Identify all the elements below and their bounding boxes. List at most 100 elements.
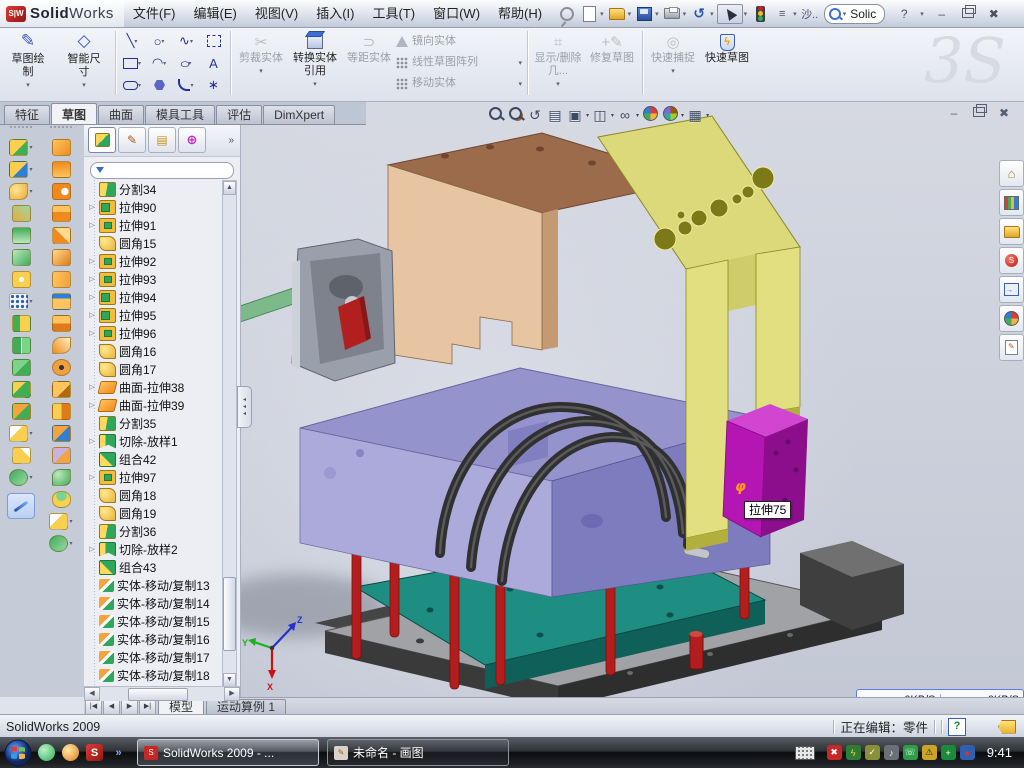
close-button[interactable]: ✖ [985, 7, 1003, 21]
move-copy-body-icon[interactable] [12, 402, 31, 420]
polygon-icon[interactable] [146, 74, 173, 96]
tree-item[interactable]: 组合42 [84, 450, 222, 468]
menu-item[interactable]: 帮助(H) [489, 1, 551, 27]
parting-surface-icon[interactable] [52, 380, 71, 398]
tree-item[interactable]: ▷拉伸90 [84, 198, 222, 216]
defender-plus-icon[interactable]: + [941, 745, 956, 760]
view-palette-icon[interactable] [999, 276, 1024, 303]
chevron-down-icon[interactable]: ▾ [138, 82, 141, 89]
menu-item[interactable]: 窗口(W) [424, 1, 489, 27]
chevron-down-icon[interactable]: ▾ [683, 10, 687, 18]
dropdown-arrow-icon[interactable]: ▾ [29, 188, 32, 195]
apply-scene-icon[interactable] [661, 106, 679, 124]
expand-arrow-icon[interactable]: ▷ [88, 401, 96, 409]
scroll-down-icon[interactable]: ▼ [223, 673, 236, 687]
rebuild-traffic-light-icon[interactable] [750, 5, 770, 23]
tree-item[interactable]: ▷拉伸91 [84, 216, 222, 234]
chevron-down-icon[interactable]: ▾ [920, 10, 924, 18]
mold-fillet-icon[interactable] [52, 468, 71, 486]
chevron-down-icon[interactable]: ▾ [82, 81, 86, 89]
shell-icon[interactable] [12, 248, 31, 266]
pin-icon[interactable] [557, 5, 577, 23]
chevron-down-icon[interactable]: ▾ [611, 112, 614, 119]
file-explorer-icon[interactable] [999, 218, 1024, 245]
taskbar-button[interactable]: ✎未命名 - 画图 [327, 739, 509, 766]
tree-item[interactable]: ▷曲面-拉伸38 [84, 378, 222, 396]
rectangle-icon[interactable]: ▾ [119, 52, 146, 74]
tree-item[interactable]: 分割36 [84, 522, 222, 540]
chevron-down-icon[interactable]: ▾ [313, 80, 317, 88]
core-icon[interactable] [52, 424, 71, 442]
mirror-feature-icon[interactable] [12, 336, 31, 354]
split-body-icon[interactable] [12, 358, 31, 376]
scroll-left-icon[interactable]: ◀ [84, 687, 100, 701]
chevron-down-icon[interactable]: ▾ [744, 10, 748, 18]
tree-item[interactable]: 圆角19 [84, 504, 222, 522]
prev-tab-button[interactable]: ◀ [103, 699, 120, 715]
chevron-down-icon[interactable]: ▾ [163, 60, 166, 67]
tree-item[interactable]: ▷拉伸92 [84, 252, 222, 270]
messenger-icon[interactable] [38, 744, 55, 761]
chevron-down-icon[interactable]: ▾ [636, 112, 639, 119]
panel-overflow-chevron-icon[interactable]: » [228, 135, 234, 146]
menu-item[interactable]: 插入(I) [307, 1, 363, 27]
dropdown-arrow-icon[interactable]: ▾ [69, 540, 72, 547]
undo-icon[interactable]: ↺ [689, 5, 709, 23]
expand-arrow-icon[interactable]: ▷ [88, 203, 96, 211]
design-library-icon[interactable] [999, 189, 1024, 216]
dropdown-arrow-icon[interactable]: ▾ [29, 298, 32, 305]
quick-tips-button[interactable]: ? [948, 718, 966, 736]
offset-entities-button[interactable]: ⊃ 等距实体 [342, 27, 396, 100]
browser-icon[interactable] [62, 744, 79, 761]
taskbar-button[interactable]: SSolidWorks 2009 - ... [137, 739, 319, 766]
appearances-scenes-icon[interactable] [999, 305, 1024, 332]
circle-icon[interactable]: ○▾ [146, 30, 173, 52]
solidworks-resources-icon[interactable]: ⌂ [999, 160, 1024, 187]
tree-item[interactable]: 实体-移动/复制18 [84, 666, 222, 684]
boss-cylinder-icon[interactable] [52, 490, 71, 508]
text-icon[interactable]: A [200, 52, 227, 74]
doc-restore-button[interactable] [971, 106, 987, 120]
linear-sketch-pattern-button[interactable]: 线性草图阵列 ▾ [396, 52, 524, 73]
search-box[interactable]: ▾ Solic [824, 4, 886, 24]
volume-icon[interactable]: ♪ [884, 745, 899, 760]
chevron-down-icon[interactable]: ▾ [706, 112, 709, 119]
keyboard-icon[interactable] [795, 746, 815, 760]
tag-icon[interactable] [998, 720, 1016, 734]
expand-arrow-icon[interactable]: ▷ [88, 545, 96, 553]
chevron-down-icon[interactable]: ▾ [710, 10, 714, 18]
display-style-icon[interactable]: ◫ [591, 107, 609, 124]
slot-icon[interactable]: ▾ [119, 74, 146, 96]
tree-item[interactable]: 圆角18 [84, 486, 222, 504]
start-button[interactable] [4, 739, 32, 767]
lofted-boss-icon[interactable] [12, 226, 31, 244]
tree-item[interactable]: 圆角15 [84, 234, 222, 252]
instant3d-button[interactable] [7, 493, 35, 519]
dimxpert-manager-tab[interactable]: ⊕ [178, 127, 206, 153]
scroll-up-icon[interactable]: ▲ [223, 181, 236, 195]
doc-minimize-button[interactable]: – [946, 106, 962, 120]
wireless-warning-icon[interactable]: ⚠ [922, 745, 937, 760]
tree-item[interactable]: ▷曲面-拉伸39 [84, 396, 222, 414]
custom-properties-icon[interactable] [999, 334, 1024, 361]
sketch-fillet-icon[interactable]: ▾ [173, 74, 200, 96]
flatten-surface-icon[interactable] [52, 138, 71, 156]
extruded-cut-icon[interactable]: ▾ [9, 160, 32, 178]
solidworks-launcher-icon[interactable]: S [86, 744, 103, 761]
expand-arrow-icon[interactable]: ▷ [88, 257, 96, 265]
swept-boss-icon[interactable] [12, 204, 31, 222]
combine-bodies-icon[interactable] [12, 380, 31, 398]
tree-filter-input[interactable] [90, 162, 234, 179]
feature-manager-tab[interactable] [88, 127, 116, 153]
expand-arrow-icon[interactable]: ▷ [88, 437, 96, 445]
chevron-down-icon[interactable]: ▾ [628, 10, 632, 18]
thicken-icon[interactable] [52, 314, 71, 332]
parting-line-icon[interactable] [52, 336, 71, 354]
sketch-button[interactable]: ✎ 草图绘 制 ▾ [0, 27, 56, 99]
tree-horizontal-scrollbar[interactable]: ◀ ▶ [84, 686, 240, 701]
tab-模具工具[interactable]: 模具工具 [145, 105, 215, 124]
tab-曲面[interactable]: 曲面 [98, 105, 144, 124]
hide-show-items-icon[interactable]: ∞ [616, 107, 634, 123]
chevron-down-icon[interactable]: ▾ [190, 38, 193, 45]
section-view-icon[interactable]: ▤ [546, 107, 564, 124]
